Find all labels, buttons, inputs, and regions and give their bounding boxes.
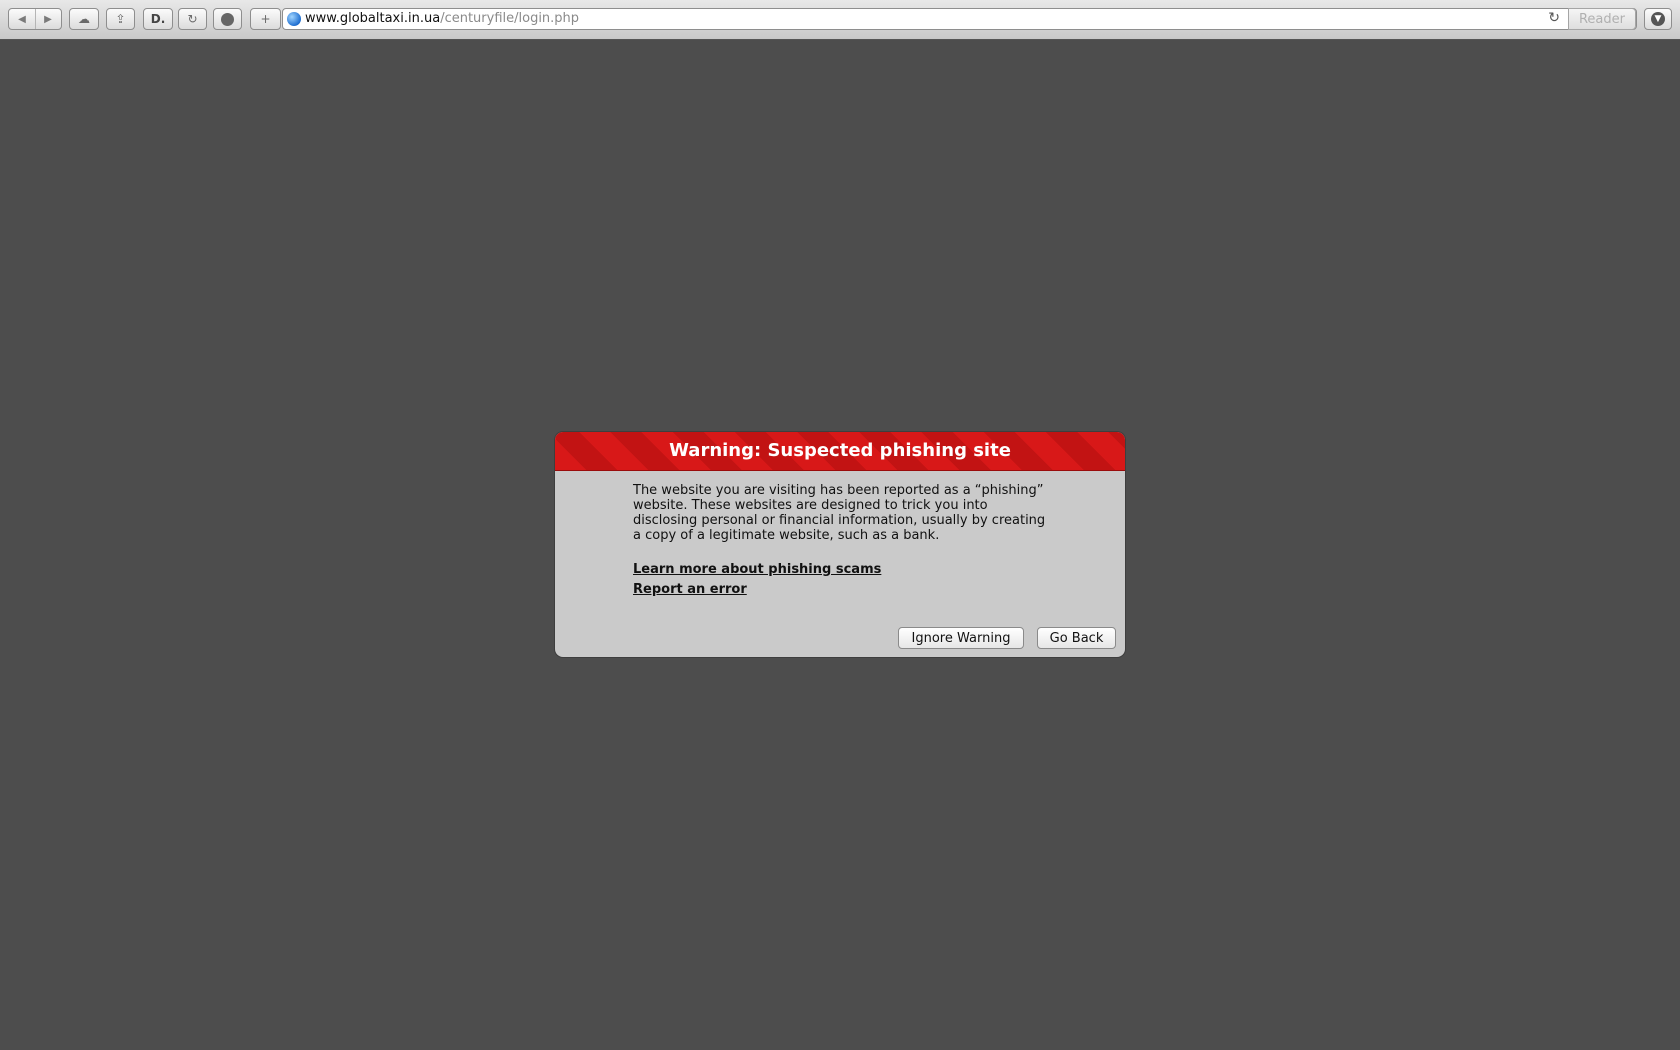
- back-icon[interactable]: ◀: [9, 9, 36, 29]
- report-error-link[interactable]: Report an error: [633, 580, 1053, 600]
- go-back-button[interactable]: Go Back: [1037, 627, 1116, 649]
- downloads-button[interactable]: ▼: [1644, 8, 1672, 30]
- reload-icon: ↻: [187, 12, 198, 26]
- refresh-icon[interactable]: ↻: [1548, 10, 1560, 26]
- icloud-tabs-button[interactable]: ☁: [69, 8, 99, 30]
- url-text[interactable]: www.globaltaxi.in.ua/centuryfile/login.p…: [305, 11, 579, 27]
- share-icon: ⇪: [115, 12, 126, 26]
- reload-button[interactable]: ↻: [178, 8, 207, 30]
- ignore-warning-button[interactable]: Ignore Warning: [898, 627, 1024, 649]
- phishing-warning-dialog: Warning: Suspected phishing site The web…: [555, 432, 1125, 657]
- learn-more-link[interactable]: Learn more about phishing scams: [633, 560, 1053, 580]
- new-tab-icon: +: [260, 12, 271, 26]
- new-tab-button[interactable]: +: [250, 8, 281, 30]
- readability-button[interactable]: D.: [143, 8, 173, 30]
- back-forward-group: ◀ ▶: [8, 8, 62, 30]
- browser-toolbar: ◀ ▶ ☁ ⇪ D. ↻ + www.globaltaxi.in.ua/cent…: [0, 0, 1680, 40]
- warning-message: The website you are visiting has been re…: [633, 483, 1046, 543]
- reader-button[interactable]: Reader: [1568, 8, 1636, 30]
- dialog-title: Warning: Suspected phishing site: [555, 432, 1125, 471]
- icloud-icon: ☁: [78, 12, 90, 26]
- forward-icon[interactable]: ▶: [35, 9, 61, 29]
- ad-block-button[interactable]: [213, 8, 242, 30]
- address-bar[interactable]: www.globaltaxi.in.ua/centuryfile/login.p…: [282, 8, 1637, 30]
- url-host: www.globaltaxi.in.ua: [305, 11, 441, 26]
- globe-icon: [287, 12, 301, 26]
- url-path: /centuryfile/login.php: [440, 11, 580, 26]
- ad-block-icon: [221, 12, 234, 26]
- share-button[interactable]: ⇪: [106, 8, 135, 30]
- readability-icon: D.: [150, 12, 166, 26]
- download-icon: ▼: [1651, 12, 1665, 26]
